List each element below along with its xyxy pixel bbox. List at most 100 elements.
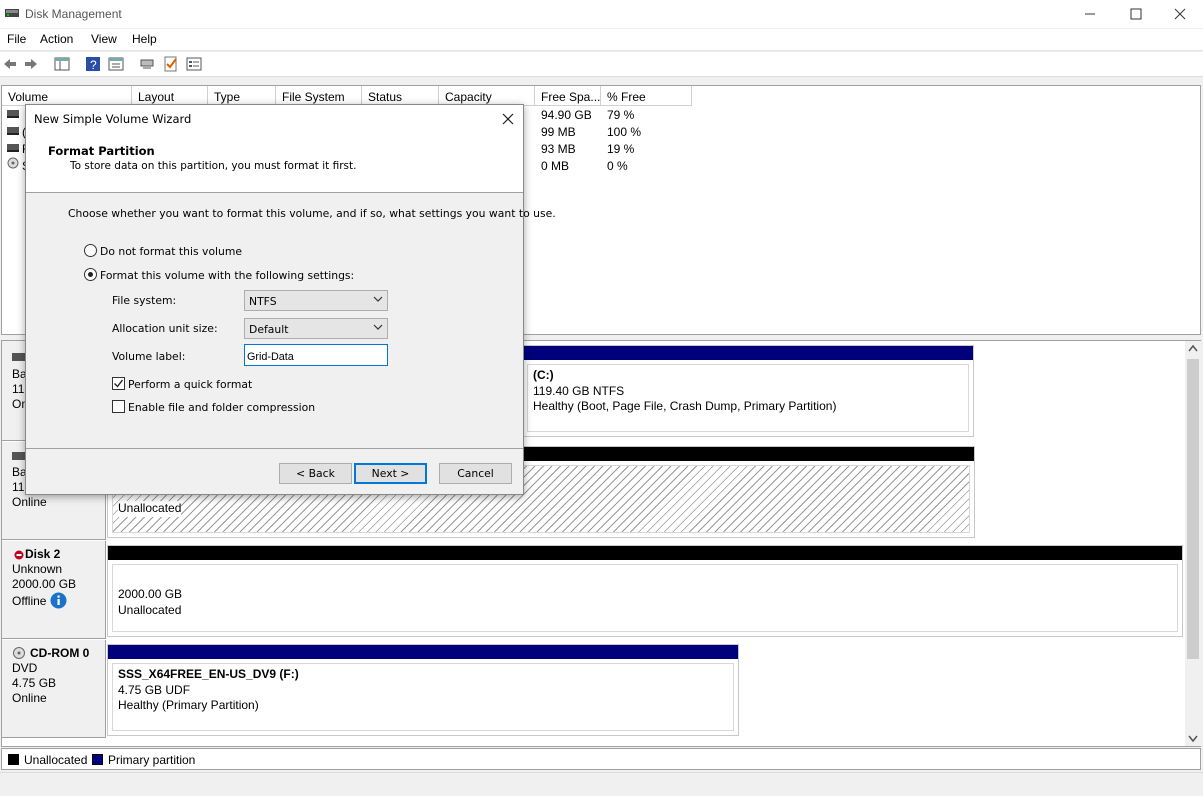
file-system-select[interactable]: NTFS xyxy=(244,290,388,311)
checkmark-icon xyxy=(114,379,124,388)
partition-body: SSS_X64FREE_EN-US_DV9 (F:) 4.75 GB UDF H… xyxy=(112,663,734,731)
column-header-status[interactable]: Status xyxy=(362,86,439,106)
minimize-icon xyxy=(1085,13,1095,15)
toolbar: ? xyxy=(0,52,1203,77)
title-bar: Disk Management xyxy=(0,0,1203,28)
properties-icon[interactable] xyxy=(108,56,124,72)
file-system-value: NTFS xyxy=(249,295,277,308)
partition-size: 4.75 GB UDF xyxy=(118,682,191,697)
maximize-icon xyxy=(1130,8,1142,20)
disk-name-row: Disk 2 xyxy=(12,547,105,562)
free-space: 0 MB xyxy=(541,159,570,173)
back-icon[interactable] xyxy=(2,56,18,72)
window-title: Disk Management xyxy=(25,7,122,21)
legend: Unallocated Primary partition xyxy=(1,748,1201,770)
settings-icon[interactable] xyxy=(186,56,202,72)
column-header-capacity[interactable]: Capacity xyxy=(439,86,535,106)
column-header-volume[interactable]: Volume xyxy=(2,86,132,106)
column-header-layout[interactable]: Layout xyxy=(132,86,208,106)
menu-bar: File Action View Help xyxy=(0,29,1203,51)
menu-file[interactable]: File xyxy=(7,32,26,46)
partition-c[interactable]: (C:) 119.40 GB NTFS Healthy (Boot, Page … xyxy=(522,345,974,437)
partition-dvd[interactable]: SSS_X64FREE_EN-US_DV9 (F:) 4.75 GB UDF H… xyxy=(107,644,739,736)
disk-label[interactable]: Disk 2 Unknown 2000.00 GB Offline xyxy=(2,541,106,639)
partition-status: Healthy (Boot, Page File, Crash Dump, Pr… xyxy=(533,399,837,413)
disk-management-icon xyxy=(5,9,19,17)
volume-label-input[interactable] xyxy=(244,344,388,366)
scroll-down-icon[interactable] xyxy=(1188,735,1198,743)
disk-row-cdrom: CD-ROM 0 DVD 4.75 GB Online SSS_X64FREE_… xyxy=(2,640,1185,738)
volume-label-label: Volume label: xyxy=(112,350,186,363)
checkbox[interactable] xyxy=(112,400,125,413)
cd-rom-icon xyxy=(13,647,25,659)
allocation-unit-select[interactable]: Default xyxy=(244,318,388,339)
column-header-free-space[interactable]: Free Spa... xyxy=(535,86,601,106)
help-icon[interactable]: ? xyxy=(85,56,101,72)
disk-status: Online xyxy=(12,495,47,509)
partition-unallocated-disk2[interactable]: 2000.00 GB Unallocated xyxy=(107,545,1183,637)
partition-title: SSS_X64FREE_EN-US_DV9 (F:) xyxy=(118,667,299,681)
partition-body: (C:) 119.40 GB NTFS Healthy (Boot, Page … xyxy=(527,364,969,432)
console-tree-icon[interactable] xyxy=(54,56,70,72)
close-button[interactable] xyxy=(1157,0,1203,28)
disk-offline-icon xyxy=(14,550,24,560)
check-icon[interactable] xyxy=(163,56,179,72)
svg-text:?: ? xyxy=(90,58,97,72)
free-space: 99 MB xyxy=(541,125,576,139)
volume-icon xyxy=(7,144,19,152)
disk-icon xyxy=(12,452,26,460)
minimize-button[interactable] xyxy=(1067,0,1113,28)
close-icon xyxy=(502,113,514,125)
radio-label: Do not format this volume xyxy=(100,245,243,258)
partition-size: 2000.00 GB xyxy=(118,587,183,601)
disk-size: 2000.00 GB xyxy=(12,577,77,591)
info-icon[interactable] xyxy=(50,592,67,609)
disk-label[interactable]: CD-ROM 0 DVD 4.75 GB Online xyxy=(2,640,106,738)
partition-body: 2000.00 GB Unallocated xyxy=(112,564,1178,632)
partition-status: Unallocated xyxy=(118,501,182,517)
disk-status: Offline xyxy=(12,594,47,608)
wizard-heading: Format Partition xyxy=(48,144,155,158)
next-button[interactable]: Next > xyxy=(354,463,427,484)
maximize-button[interactable] xyxy=(1113,0,1159,28)
menu-view[interactable]: View xyxy=(91,32,117,46)
disk-name: CD-ROM 0 xyxy=(30,646,90,660)
disk-status-row: Offline xyxy=(12,592,105,609)
column-header-percent-free[interactable]: % Free xyxy=(601,86,692,106)
scrollbar-thumb[interactable] xyxy=(1187,359,1199,659)
radio-button[interactable] xyxy=(84,244,97,257)
partition-bar xyxy=(108,546,1182,560)
checkbox-label: Perform a quick format xyxy=(128,378,253,391)
forward-icon[interactable] xyxy=(23,56,39,72)
cancel-button[interactable]: Cancel xyxy=(439,463,512,484)
legend-primary: Primary partition xyxy=(108,753,196,767)
back-button[interactable]: < Back xyxy=(279,463,352,484)
column-header-type[interactable]: Type xyxy=(208,86,276,106)
disk-name-row: CD-ROM 0 xyxy=(12,646,105,661)
partition-title: (C:) xyxy=(533,368,554,382)
volume-icon xyxy=(7,127,19,135)
menu-action[interactable]: Action xyxy=(40,32,73,46)
scroll-up-icon[interactable] xyxy=(1188,344,1198,352)
free-space: 94.90 GB xyxy=(541,108,592,122)
partition-status: Unallocated xyxy=(118,602,182,617)
divider xyxy=(26,448,523,449)
disk-pane-scrollbar[interactable] xyxy=(1185,341,1201,746)
wizard-close-button[interactable] xyxy=(498,109,518,129)
connect-icon[interactable] xyxy=(139,56,155,72)
checkbox-label: Enable file and folder compression xyxy=(128,401,316,414)
column-header-file-system[interactable]: File System xyxy=(276,86,362,106)
radio-button[interactable] xyxy=(84,268,97,281)
partition-status: Healthy (Primary Partition) xyxy=(118,698,259,712)
menu-help[interactable]: Help xyxy=(132,32,157,46)
checkbox[interactable] xyxy=(112,377,125,390)
status-bar xyxy=(0,772,1203,796)
allocation-unit-label: Allocation unit size: xyxy=(112,322,218,335)
unallocated-swatch xyxy=(8,754,19,765)
allocation-unit-value: Default xyxy=(249,323,289,336)
wizard-subheading: To store data on this partition, you mus… xyxy=(70,160,357,172)
wizard-header: New Simple Volume Wizard Format Partitio… xyxy=(26,105,523,193)
chevron-down-icon xyxy=(373,296,383,302)
percent-free: 0 % xyxy=(607,159,628,173)
disk-row-2: Disk 2 Unknown 2000.00 GB Offline 2000.0… xyxy=(2,541,1185,639)
